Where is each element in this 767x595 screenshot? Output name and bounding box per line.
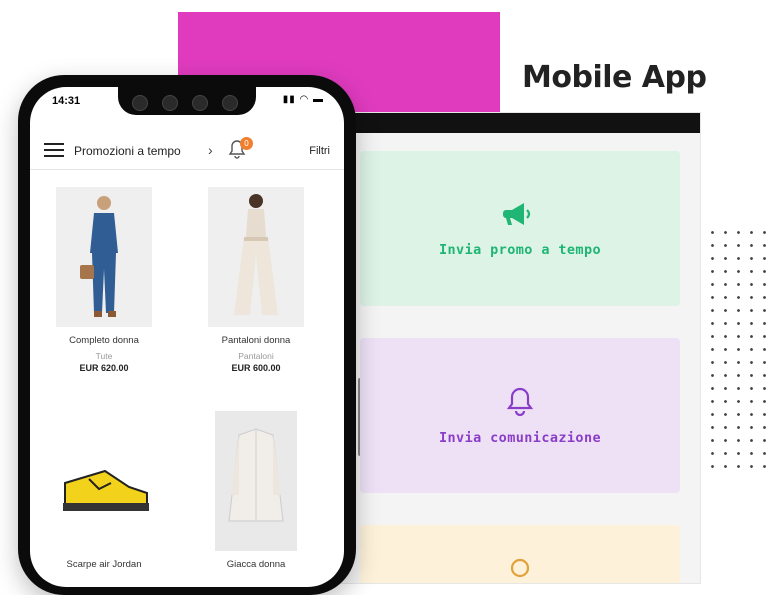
product-price: EUR 620.00	[79, 363, 129, 373]
status-time: 14:31	[52, 95, 81, 107]
filters-button[interactable]: Filtri	[309, 145, 330, 157]
product-card[interactable]: Giacca donna	[196, 411, 316, 570]
product-card[interactable]: Scarpe air Jordan	[44, 421, 164, 570]
product-category: Tute	[95, 351, 113, 361]
app-nav-bar: Promozioni a tempo › 0 Filtri	[30, 133, 344, 170]
chevron-right-icon[interactable]: ›	[208, 142, 213, 158]
product-name: Giacca donna	[226, 559, 286, 570]
product-card[interactable]: Pantaloni donna Pantaloni EUR 600.00	[196, 187, 316, 373]
megaphone-icon	[503, 202, 531, 225]
product-price: EUR 600.00	[231, 363, 281, 373]
product-image	[49, 421, 159, 551]
promo-title: Mobile App	[522, 60, 707, 95]
send-communication-label: Invia comunicazione	[438, 429, 602, 446]
search-icon	[510, 558, 530, 578]
product-name: Scarpe air Jordan	[66, 559, 142, 570]
decorative-dot-grid	[706, 226, 767, 472]
status-icons: ▮▮ ◠ ▬	[282, 94, 324, 105]
product-category: Pantaloni	[238, 351, 274, 361]
send-communication-card[interactable]: Invia comunicazione	[360, 338, 680, 493]
product-name: Pantaloni donna	[221, 335, 291, 346]
bell-icon	[506, 387, 534, 416]
send-timed-promo-card[interactable]: Invia promo a tempo	[360, 151, 680, 306]
phone-mockup: 14:31 ▮▮ ◠ ▬ Promozioni a tempo › 0 Filt…	[18, 75, 356, 595]
phone-notch	[118, 87, 256, 115]
panel-top-bar	[340, 113, 700, 133]
product-image	[56, 187, 152, 327]
product-image	[208, 187, 304, 327]
nav-title[interactable]: Promozioni a tempo	[74, 144, 181, 158]
tablet-panel: Invia promo a tempo Invia comunicazione	[340, 113, 700, 583]
product-name: Completo donna	[69, 335, 139, 346]
product-image	[215, 411, 297, 551]
phone-screen: 14:31 ▮▮ ◠ ▬ Promozioni a tempo › 0 Filt…	[30, 87, 344, 587]
product-card[interactable]: Completo donna Tute EUR 620.00	[44, 187, 164, 373]
send-timed-promo-label: Invia promo a tempo	[438, 241, 602, 258]
menu-icon[interactable]	[44, 143, 64, 157]
notification-badge: 0	[240, 137, 253, 150]
third-action-card[interactable]	[360, 525, 680, 583]
